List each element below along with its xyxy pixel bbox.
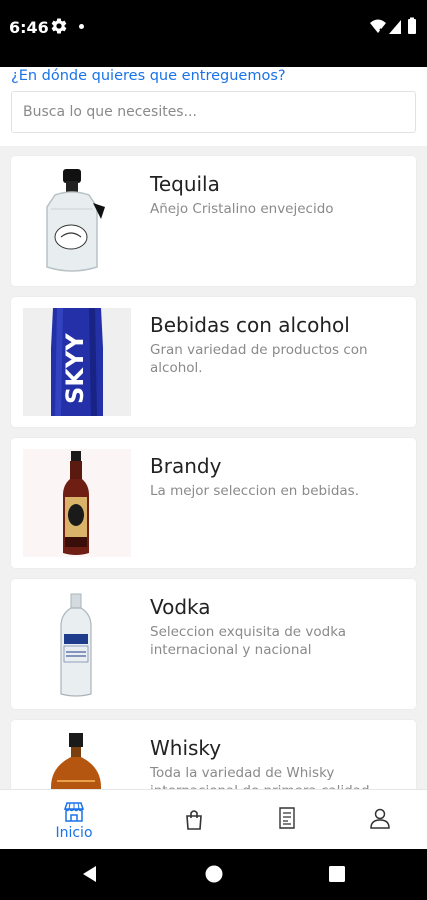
delivery-address-link[interactable]: ¿En dónde quieres que entreguemos? <box>11 68 286 84</box>
category-title: Tequila <box>150 172 220 196</box>
store-icon <box>63 802 85 822</box>
user-icon <box>370 808 390 829</box>
category-card-tequila[interactable]: Tequila Añejo Cristalino envejecido <box>11 156 416 286</box>
system-nav-bar <box>0 849 427 900</box>
category-card-brandy[interactable]: Brandy La mejor seleccion en bebidas. <box>11 438 416 568</box>
category-card-whisky[interactable]: Whisky Toda la variedad de Whisky intern… <box>11 720 416 789</box>
category-title: Whisky <box>150 736 222 760</box>
bottom-nav: Inicio <box>0 789 427 849</box>
category-description: Seleccion exquisita de vodka internacion… <box>150 624 347 658</box>
brandy-bottle-image <box>23 449 131 557</box>
category-title: Brandy <box>150 454 222 478</box>
battery-icon <box>408 17 416 34</box>
tequila-bottle-image <box>23 167 131 275</box>
app-content: ¿En dónde quieres que entreguemos? Tequi… <box>0 67 427 789</box>
category-description: Añejo Cristalino envejecido <box>150 201 334 217</box>
nav-item-profile[interactable] <box>340 790 420 850</box>
receipt-icon <box>279 807 295 829</box>
skyy-bottle-image: SKYY <box>23 308 131 416</box>
nav-label-home: Inicio <box>55 825 93 841</box>
back-icon[interactable] <box>79 863 101 885</box>
search-input[interactable] <box>11 91 416 133</box>
system-status-icons <box>370 17 416 35</box>
category-description: La mejor seleccion en bebidas. <box>150 483 360 499</box>
shopping-bag-icon <box>186 810 202 830</box>
category-description: Gran variedad de productos con alcohol. <box>150 342 368 376</box>
notification-dot-icon <box>79 24 84 29</box>
category-title: Bebidas con alcohol <box>150 313 350 337</box>
cell-signal-icon <box>389 20 401 34</box>
status-time: 6:46 <box>9 18 49 37</box>
home-icon[interactable] <box>203 863 225 885</box>
svg-text:SKYY: SKYY <box>61 333 89 404</box>
category-card-vodka[interactable]: Vodka Seleccion exquisita de vodka inter… <box>11 579 416 709</box>
nav-item-cart[interactable] <box>154 790 234 850</box>
header: ¿En dónde quieres que entreguemos? <box>0 67 427 146</box>
recents-icon[interactable] <box>326 863 348 885</box>
nav-item-home[interactable]: Inicio <box>34 790 114 850</box>
category-description: Toda la variedad de Whisky internacional… <box>150 765 370 789</box>
category-card-bebidas-con-alcohol[interactable]: SKYY Bebidas con alcohol Gran variedad d… <box>11 297 416 427</box>
vodka-bottle-image <box>23 590 131 698</box>
wifi-icon <box>370 19 386 35</box>
gear-icon <box>51 18 67 34</box>
category-title: Vodka <box>150 595 211 619</box>
nav-item-orders[interactable] <box>247 790 327 850</box>
status-bar: 6:46 <box>0 0 427 67</box>
whisky-bottle-image <box>23 731 131 789</box>
